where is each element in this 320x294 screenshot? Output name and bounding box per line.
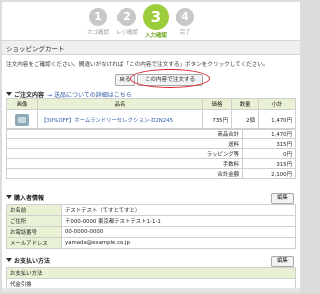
step-4: 4 完了 — [165, 8, 205, 36]
summary-row: ラッピング等 0円 — [6, 148, 296, 159]
col-subtotal: 小計 — [258, 98, 296, 110]
step-indicator: 1 カゴ確認 ▶ 2 レジ確認 ▶ 3 入力確認 ▶ 4 完了 — [2, 2, 300, 42]
summary-value: 0円 — [242, 148, 296, 159]
product-thumbnail[interactable] — [15, 113, 29, 126]
summary-label: 送料 — [6, 138, 243, 149]
product-name[interactable]: 【30%OFF】ホームランドリーセレクション-D2N245 — [37, 109, 203, 130]
page-title-bar: ショッピングカート — [2, 40, 300, 55]
field-label: お名前 — [6, 204, 62, 216]
page-footer-strip — [2, 288, 300, 292]
field-label: メールアドレス — [6, 237, 62, 249]
field-value: テストテスト（てすとてすと） — [61, 204, 296, 216]
product-qty: 2個 — [231, 109, 259, 130]
summary-label: 合計金額 — [6, 168, 243, 179]
table-row: メールアドレス yamada@example.co.jp — [6, 237, 296, 249]
table-row: お電話番号 00-0000-0000 — [6, 226, 296, 238]
product-price: 735円 — [202, 109, 232, 130]
buyer-section-title: 購入者情報 — [14, 195, 45, 202]
step-4-number: 4 — [176, 8, 194, 26]
order-table: 画像 品名 価格 数量 小計 【30%OFF】ホームランドリーセレクション-D2… — [6, 98, 296, 130]
summary-label: 手数料 — [6, 158, 243, 169]
page-title: ショッピングカート — [6, 45, 65, 53]
bullet-icon — [6, 258, 12, 262]
buyer-section-heading: 購入者情報 — [6, 193, 44, 202]
summary-value: 1,470円 — [242, 128, 296, 139]
bullet-icon — [6, 92, 12, 96]
step-1-number: 1 — [89, 8, 107, 26]
col-qty: 数量 — [231, 98, 259, 110]
table-row: お支払い方法 — [6, 267, 296, 279]
col-name: 品名 — [37, 98, 203, 110]
table-row: ご住所 〒000-0000 東京都テストテスト1-1-1 — [6, 215, 296, 227]
confirm-notice: 注文内容をご確認ください。間違いがなければ「この内容で注文する」ボタンをクリック… — [6, 62, 269, 68]
payment-section-title: お支払い方法 — [14, 258, 51, 265]
summary-value: 315円 — [242, 158, 296, 169]
table-row: 【30%OFF】ホームランドリーセレクション-D2N245 735円 2個 1,… — [6, 109, 296, 130]
payment-section-heading: お支払い方法 — [6, 256, 50, 265]
highlight-ring — [130, 69, 210, 88]
summary-row: 送料 315円 — [6, 138, 296, 149]
summary-row: 合計金額 2,100円 — [6, 168, 296, 179]
order-table-header: 画像 品名 価格 数量 小計 — [6, 98, 296, 110]
col-image: 画像 — [6, 98, 38, 110]
step-4-label: 完了 — [179, 30, 191, 36]
bullet-icon — [6, 195, 12, 199]
field-value: 00-0000-0000 — [61, 226, 296, 238]
summary-value: 315円 — [242, 138, 296, 149]
col-price: 価格 — [202, 98, 232, 110]
order-summary: 商品合計 1,470円 送料 315円 ラッピング等 0円 手数料 315円 合計金額 2… — [6, 128, 296, 179]
buyer-edit-button[interactable]: 編集 — [271, 193, 294, 204]
buyer-info-table: お名前 テストテスト（てすとてすと） ご住所 〒000-0000 東京都テストテスト… — [6, 204, 296, 249]
payment-header: お支払い方法 — [6, 267, 296, 279]
product-name-link[interactable]: 【30%OFF】ホームランドリーセレクション-D2N245 — [41, 118, 173, 124]
field-label: お電話番号 — [6, 226, 62, 238]
payment-edit-button[interactable]: 編集 — [271, 256, 294, 267]
summary-row: 商品合計 1,470円 — [6, 128, 296, 139]
product-subtotal: 1,470円 — [258, 109, 296, 130]
checkout-page: 1 カゴ確認 ▶ 2 レジ確認 ▶ 3 入力確認 ▶ 4 完了 ショッピングカー… — [2, 2, 300, 292]
field-value: yamada@example.co.jp — [61, 237, 296, 249]
summary-row: 手数料 315円 — [6, 158, 296, 169]
payment-table: お支払い方法 代金引換 — [6, 267, 296, 290]
product-image-cell — [6, 109, 38, 130]
field-value: 〒000-0000 東京都テストテスト1-1-1 — [61, 215, 296, 227]
field-label: ご住所 — [6, 215, 62, 227]
summary-label: ラッピング等 — [6, 148, 243, 159]
summary-label: 商品合計 — [6, 128, 243, 139]
step-2-number: 2 — [118, 8, 136, 26]
summary-value: 2,100円 — [242, 168, 296, 179]
table-row: お名前 テストテスト（てすとてすと） — [6, 204, 296, 216]
